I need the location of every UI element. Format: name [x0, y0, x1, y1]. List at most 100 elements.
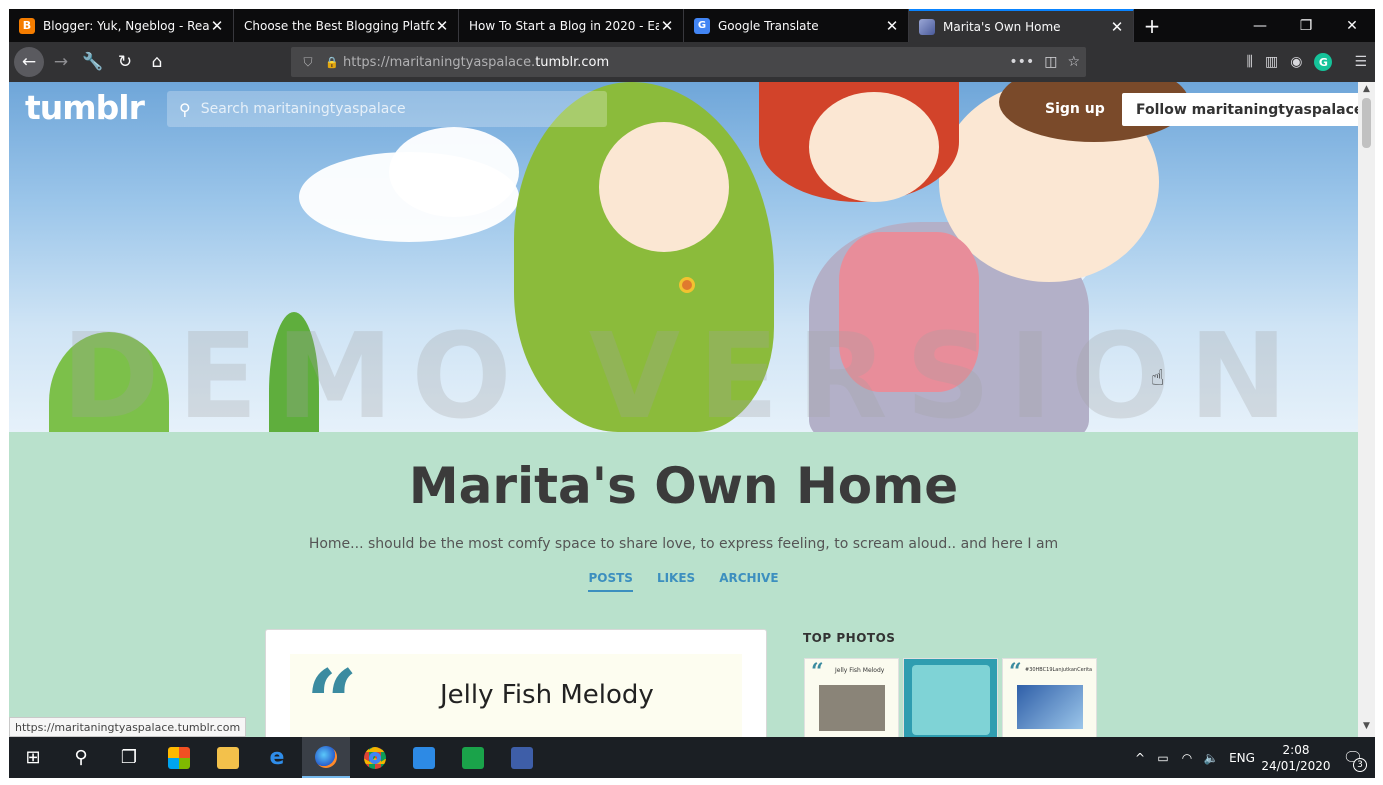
- tracking-shield-icon[interactable]: ⛉: [295, 55, 321, 70]
- chrome-icon[interactable]: [351, 737, 399, 778]
- browser-window: B Blogger: Yuk, Ngeblog - Readin ✕ Choos…: [9, 9, 1375, 778]
- clock-time: 2:08: [1282, 742, 1310, 757]
- close-icon[interactable]: ✕: [209, 17, 225, 35]
- tab-title: Marita's Own Home: [943, 19, 1061, 34]
- close-icon[interactable]: ✕: [659, 17, 675, 35]
- close-icon[interactable]: ✕: [434, 17, 450, 35]
- tab-maritas-own-home[interactable]: Marita's Own Home ✕: [909, 9, 1134, 42]
- button-ornament: [679, 277, 695, 293]
- window-controls: — ❐ ✕: [1237, 9, 1375, 42]
- post-image[interactable]: “ Jelly Fish Melody: [290, 654, 742, 737]
- top-photo-thumbnail[interactable]: [903, 658, 998, 737]
- top-photo-thumbnail[interactable]: “ Jelly Fish Melody: [804, 658, 899, 737]
- scroll-up-icon[interactable]: ▲: [1358, 84, 1375, 98]
- google-translate-icon: G: [694, 17, 710, 34]
- clock[interactable]: 2:08 24/01/2020: [1261, 742, 1331, 774]
- app-icon[interactable]: [498, 737, 546, 778]
- post-card[interactable]: “ Jelly Fish Melody: [265, 629, 767, 737]
- file-explorer-icon[interactable]: [204, 737, 252, 778]
- new-tab-button[interactable]: +: [1134, 9, 1170, 42]
- restore-icon[interactable]: ❐: [1283, 9, 1329, 42]
- language-indicator[interactable]: ENG: [1223, 751, 1261, 765]
- address-bar-actions: ••• ◫ ☆: [1009, 47, 1080, 77]
- tab-title: How To Start a Blog in 2020 - Easy to: [469, 18, 659, 33]
- pocket-icon[interactable]: ◫: [1044, 54, 1057, 70]
- minimize-icon[interactable]: —: [1237, 9, 1283, 42]
- tab-best-blogging-platform[interactable]: Choose the Best Blogging Platform ✕: [234, 9, 459, 42]
- thumbnail-caption: Jelly Fish Melody: [835, 667, 885, 674]
- system-tray: ^ ▭ ◠ 🔈 ENG 2:08 24/01/2020 🗨 3: [1129, 737, 1375, 778]
- blog-title: Marita's Own Home: [408, 457, 959, 515]
- status-link: https://maritaningtyaspalace.tumblr.com: [9, 717, 247, 737]
- navigation-toolbar: ← → 🔧 ↻ ⌂ ⛉ 🔒 https://maritaningtyaspala…: [9, 42, 1375, 82]
- forward-icon[interactable]: →: [46, 47, 76, 77]
- thumbnail-caption: #30HBC19LanjutkanCerita: [1025, 667, 1093, 673]
- vertical-scrollbar[interactable]: ▲ ▼: [1358, 82, 1375, 737]
- blogger-icon: B: [19, 17, 35, 34]
- start-icon[interactable]: ⊞: [9, 737, 57, 778]
- sidebar-icon[interactable]: ▥: [1265, 54, 1278, 70]
- nav-archive[interactable]: ARCHIVE: [719, 571, 778, 592]
- page-actions-icon[interactable]: •••: [1009, 54, 1034, 70]
- reload-icon[interactable]: ↻: [110, 47, 140, 77]
- cloud: [389, 127, 519, 217]
- url-text[interactable]: https://maritaningtyaspalace.tumblr.com: [343, 55, 609, 70]
- task-view-icon[interactable]: ❐: [105, 737, 153, 778]
- follow-button[interactable]: Follow maritaningtyaspalace: [1122, 93, 1358, 126]
- close-window-icon[interactable]: ✕: [1329, 9, 1375, 42]
- scrollbar-thumb[interactable]: [1362, 98, 1371, 148]
- library-icon[interactable]: ⫼: [1247, 54, 1253, 70]
- grammarly-icon[interactable]: G: [1314, 53, 1333, 71]
- volume-icon[interactable]: 🔈: [1199, 751, 1223, 765]
- nav-posts[interactable]: POSTS: [588, 571, 633, 592]
- scroll-down-icon[interactable]: ▼: [1358, 721, 1375, 735]
- top-photo-thumbnail[interactable]: “ #30HBC19LanjutkanCerita: [1002, 658, 1097, 737]
- tab-blogger[interactable]: B Blogger: Yuk, Ngeblog - Readin ✕: [9, 9, 234, 42]
- thumbnail-photo: [1017, 685, 1083, 729]
- nav-likes[interactable]: LIKES: [657, 571, 695, 592]
- account-icon[interactable]: ◉: [1290, 54, 1302, 70]
- tab-title: Google Translate: [718, 18, 819, 33]
- tumblr-blog-icon: [919, 18, 935, 35]
- search-input[interactable]: [200, 101, 581, 117]
- search-box[interactable]: ⚲: [167, 91, 607, 127]
- close-icon[interactable]: ✕: [884, 17, 900, 35]
- tab-start-a-blog[interactable]: How To Start a Blog in 2020 - Easy to ✕: [459, 9, 684, 42]
- wrench-icon[interactable]: 🔧: [78, 47, 108, 77]
- notification-count: 3: [1353, 758, 1367, 772]
- notification-icon[interactable]: 🗨 3: [1331, 737, 1375, 778]
- tumblr-top-bar: tumblr ⚲ Sign up Follow maritaningtyaspa…: [9, 82, 1358, 138]
- tab-title: Choose the Best Blogging Platform: [244, 18, 434, 33]
- edge-icon[interactable]: e: [253, 737, 301, 778]
- hand-cursor-icon: ☝: [1151, 366, 1165, 391]
- character-face: [599, 122, 729, 252]
- back-icon[interactable]: ←: [14, 47, 44, 77]
- close-icon[interactable]: ✕: [1109, 18, 1125, 36]
- thumbnail-note: [912, 665, 990, 735]
- chevron-up-icon[interactable]: ^: [1129, 751, 1151, 765]
- thumbnail-photo: [819, 685, 885, 731]
- writer-icon[interactable]: [400, 737, 448, 778]
- firefox-icon[interactable]: [302, 737, 350, 778]
- clock-date: 24/01/2020: [1261, 758, 1331, 773]
- quote-mark-icon: “: [1009, 659, 1022, 685]
- spreadsheet-icon[interactable]: [449, 737, 497, 778]
- store-icon[interactable]: [155, 737, 203, 778]
- wifi-icon[interactable]: ◠: [1175, 751, 1199, 765]
- address-bar[interactable]: ⛉ 🔒 https://maritaningtyaspalace.tumblr.…: [291, 47, 1086, 77]
- tab-strip: B Blogger: Yuk, Ngeblog - Readin ✕ Choos…: [9, 9, 1375, 42]
- search-icon: ⚲: [179, 99, 191, 119]
- blog-description: Home... should be the most comfy space t…: [308, 536, 1059, 552]
- lock-icon[interactable]: 🔒: [321, 56, 343, 69]
- tab-google-translate[interactable]: G Google Translate ✕: [684, 9, 909, 42]
- bookmark-star-icon[interactable]: ☆: [1067, 54, 1080, 70]
- menu-icon[interactable]: ☰: [1354, 54, 1367, 70]
- windows-taskbar: ⊞ ⚲ ❐ e ^ ▭ ◠ 🔈 ENG 2:08 24/01/2020 🗨 3: [9, 737, 1375, 778]
- battery-icon[interactable]: ▭: [1151, 751, 1175, 765]
- tumblr-logo[interactable]: tumblr: [25, 88, 145, 127]
- search-icon[interactable]: ⚲: [57, 737, 105, 778]
- sign-up-link[interactable]: Sign up: [1045, 101, 1105, 117]
- home-icon[interactable]: ⌂: [142, 47, 172, 77]
- post-title: Jelly Fish Melody: [440, 680, 654, 710]
- browser-tools: ⫼ ▥ ◉ G ☰: [1247, 47, 1367, 77]
